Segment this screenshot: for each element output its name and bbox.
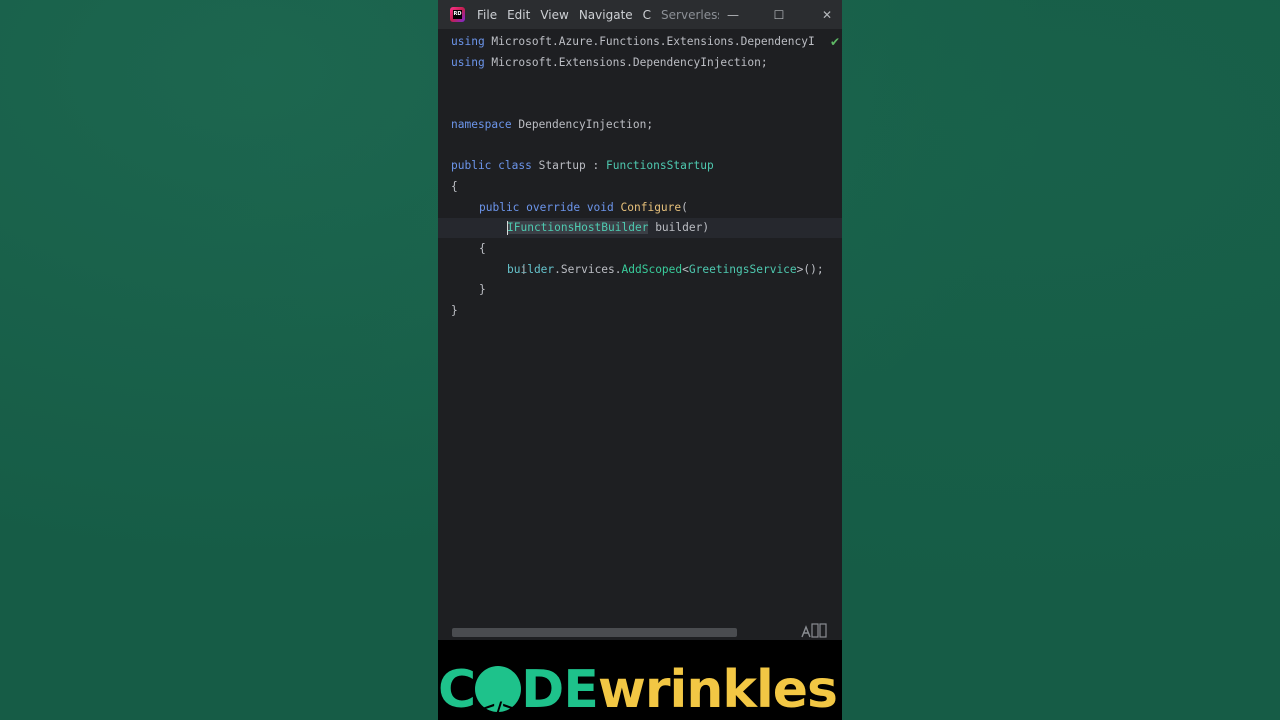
keyword: public <box>451 159 492 172</box>
mouse-ibeam-icon: I <box>522 263 526 277</box>
code-text: Microsoft.Azure.Functions.Extensions.Dep… <box>484 35 815 48</box>
keyword: namespace <box>451 118 512 131</box>
method-name: Configure <box>620 201 682 214</box>
reader-mode-icon[interactable] <box>800 621 828 640</box>
brand-o-glyph: </> <box>480 698 517 720</box>
keyword: class <box>498 159 532 172</box>
keyword: override <box>526 201 581 214</box>
code-text: >(); <box>796 263 824 276</box>
code-text: < <box>682 263 689 276</box>
base-type: FunctionsStartup <box>605 159 714 172</box>
keyword: using <box>451 35 485 48</box>
text-caret <box>507 221 508 235</box>
code-line-1: using Microsoft.Azure.Functions.Extensio… <box>438 32 842 52</box>
maximize-icon[interactable]: ☐ <box>756 0 802 29</box>
code-line-2: using Microsoft.Extensions.DependencyInj… <box>438 53 842 73</box>
class-name: Startup <box>538 159 586 172</box>
code-line-8: { <box>438 177 842 197</box>
code-editor[interactable]: ✔ using Microsoft.Azure.Functions.Extens… <box>438 29 842 640</box>
parameter-type: IFunctionsHostBuilder <box>507 221 649 234</box>
code-text: Microsoft.Extensions.DependencyInjection… <box>484 56 768 69</box>
menu-navigate[interactable]: Navigate <box>579 8 633 22</box>
close-icon[interactable]: ✕ <box>804 0 842 29</box>
brand-suffix: wrinkles <box>597 660 838 720</box>
brand-letter: C <box>438 660 476 720</box>
brace: { <box>479 242 486 255</box>
code-line-14: } <box>438 301 842 321</box>
title-bar: RD File Edit View Navigate C ServerlessR… <box>438 0 842 29</box>
code-text: .Services. <box>554 263 622 276</box>
keyword: void <box>586 201 614 214</box>
code-text: ( <box>681 201 688 214</box>
logo-text: RD <box>453 10 462 19</box>
keyword: public <box>479 201 520 214</box>
minimize-icon[interactable]: — <box>710 0 756 29</box>
code-line-12: builder.Services.AddScoped<GreetingsServ… <box>438 260 842 280</box>
brace: { <box>451 180 458 193</box>
code-brackets-icon: </> <box>475 666 522 720</box>
code-line-13: } <box>438 280 842 300</box>
brand-letters: DE <box>521 660 599 720</box>
generic-type: GreetingsService <box>688 263 797 276</box>
menu-edit[interactable]: Edit <box>507 8 530 22</box>
method-name: AddScoped <box>621 263 683 276</box>
code-text: builder) <box>648 221 710 234</box>
code-line-11: { <box>438 239 842 259</box>
brace: } <box>479 283 486 296</box>
rider-logo-icon[interactable]: RD <box>450 7 465 22</box>
code-line-5: namespace DependencyInjection; <box>438 115 842 135</box>
keyword: using <box>451 56 485 69</box>
code-text: DependencyInjection; <box>511 118 654 131</box>
brace: } <box>451 304 458 317</box>
menu-view[interactable]: View <box>540 8 568 22</box>
codewrinkles-logo: C </>DEwrinkles <box>438 640 842 720</box>
code-line-7: public class Startup : FunctionsStartup <box>438 156 842 176</box>
brand-wordmark: C </>DEwrinkles <box>438 658 838 720</box>
variable: builder <box>507 263 555 276</box>
menu-code[interactable]: C <box>643 8 651 22</box>
horizontal-scrollbar[interactable] <box>452 628 737 637</box>
menu-file[interactable]: File <box>477 8 497 22</box>
code-text: : <box>585 159 606 172</box>
code-line-9: public override void Configure( <box>438 198 842 218</box>
code-line-10-current: IFunctionsHostBuilder builder) <box>438 218 842 238</box>
ide-window: RD File Edit View Navigate C ServerlessR… <box>438 0 842 640</box>
